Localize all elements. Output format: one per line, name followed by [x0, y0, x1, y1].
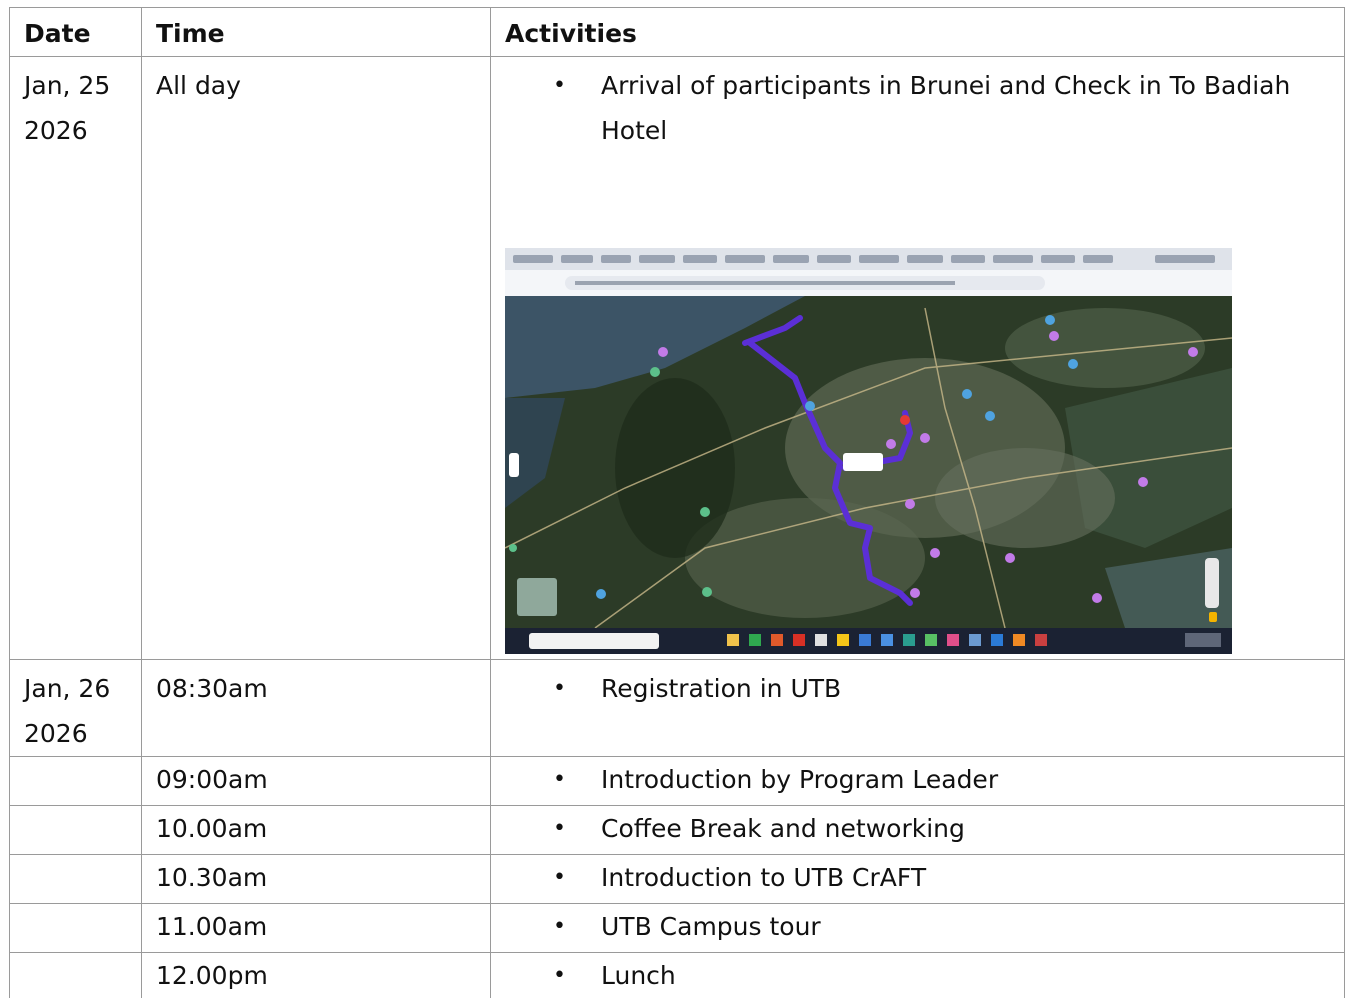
- activity-cell: • Coffee Break and networking: [491, 806, 1345, 855]
- activity-cell: • Introduction by Program Leader: [491, 757, 1345, 806]
- activity-text: Registration in UTB: [601, 666, 1330, 711]
- header-time: Time: [142, 8, 491, 57]
- bullet-icon: •: [553, 904, 566, 949]
- date-cell: [10, 757, 142, 806]
- table-row: 11.00am • UTB Campus tour: [10, 904, 1345, 953]
- activity-cell: • Introduction to UTB CrAFT: [491, 855, 1345, 904]
- date-cell: [10, 904, 142, 953]
- activity-text: Lunch: [601, 953, 1330, 998]
- activity-text: Coffee Break and networking: [601, 806, 1330, 851]
- year-line: 2026: [24, 108, 127, 153]
- table-row: Jan, 26 2026 08:30am • Registration in U…: [10, 660, 1345, 757]
- date-cell: [10, 806, 142, 855]
- time-cell: 09:00am: [142, 757, 491, 806]
- table-row: 10.30am • Introduction to UTB CrAFT: [10, 855, 1345, 904]
- activity-text: Arrival of participants in Brunei and Ch…: [601, 63, 1330, 153]
- bullet-icon: •: [553, 855, 566, 900]
- activity-text: Introduction to UTB CrAFT: [601, 855, 1330, 900]
- time-cell: 11.00am: [142, 904, 491, 953]
- schedule-table: Date Time Activities Jan, 25 2026 All da…: [9, 7, 1345, 998]
- time-cell: 10.00am: [142, 806, 491, 855]
- time-cell: 12.00pm: [142, 953, 491, 998]
- activity-cell: • UTB Campus tour: [491, 904, 1345, 953]
- date-cell: Jan, 25 2026: [10, 57, 142, 660]
- bullet-icon: •: [553, 666, 566, 711]
- bullet-icon: •: [553, 806, 566, 851]
- activity-cell: • Lunch: [491, 953, 1345, 998]
- table-row: Jan, 25 2026 All day • Arrival of partic…: [10, 57, 1345, 660]
- table-header-row: Date Time Activities: [10, 8, 1345, 57]
- table-row: 09:00am • Introduction by Program Leader: [10, 757, 1345, 806]
- table-row: 12.00pm • Lunch: [10, 953, 1345, 998]
- activity-cell: • Registration in UTB: [491, 660, 1345, 757]
- time-cell: 08:30am: [142, 660, 491, 757]
- table-row: 10.00am • Coffee Break and networking: [10, 806, 1345, 855]
- activity-text: Introduction by Program Leader: [601, 757, 1330, 802]
- bullet-icon: •: [553, 63, 566, 108]
- map-image: [505, 248, 1232, 654]
- header-activities: Activities: [491, 8, 1345, 57]
- year-line: 2026: [24, 711, 127, 756]
- bullet-icon: •: [553, 757, 566, 802]
- header-date: Date: [10, 8, 142, 57]
- date-cell: [10, 953, 142, 998]
- time-cell: All day: [142, 57, 491, 660]
- time-cell: 10.30am: [142, 855, 491, 904]
- activity-text: UTB Campus tour: [601, 904, 1330, 949]
- activity-cell: • Arrival of participants in Brunei and …: [491, 57, 1345, 660]
- bullet-icon: •: [553, 953, 566, 998]
- map-screenshot: [505, 248, 1232, 654]
- date-line: Jan, 26: [24, 666, 127, 711]
- date-cell: Jan, 26 2026: [10, 660, 142, 757]
- date-line: Jan, 25: [24, 63, 127, 108]
- date-cell: [10, 855, 142, 904]
